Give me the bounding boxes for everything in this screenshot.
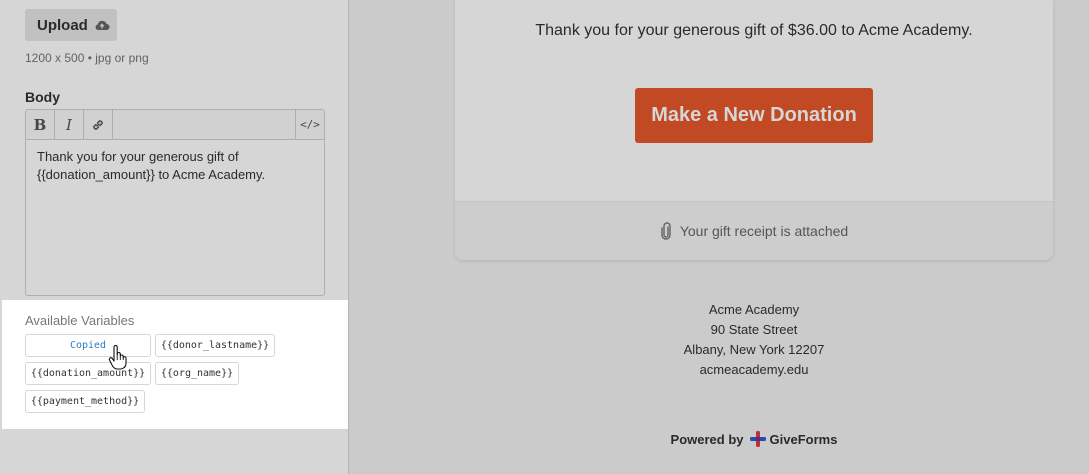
variable-chip-org-name[interactable]: {{org_name}} <box>155 362 239 385</box>
variable-chip-donation-amount[interactable]: {{donation_amount}} <box>25 362 151 385</box>
variable-chip-donor-lastname[interactable]: {{donor_lastname}} <box>155 334 275 357</box>
variables-title: Available Variables <box>25 313 135 328</box>
available-variables-panel: Available Variables Copied {{donor_lastn… <box>2 300 348 429</box>
variable-chip-copied[interactable]: Copied <box>25 334 151 357</box>
hand-pointer-cursor-icon <box>108 345 127 370</box>
variable-chip-payment-method[interactable]: {{payment_method}} <box>25 390 145 413</box>
